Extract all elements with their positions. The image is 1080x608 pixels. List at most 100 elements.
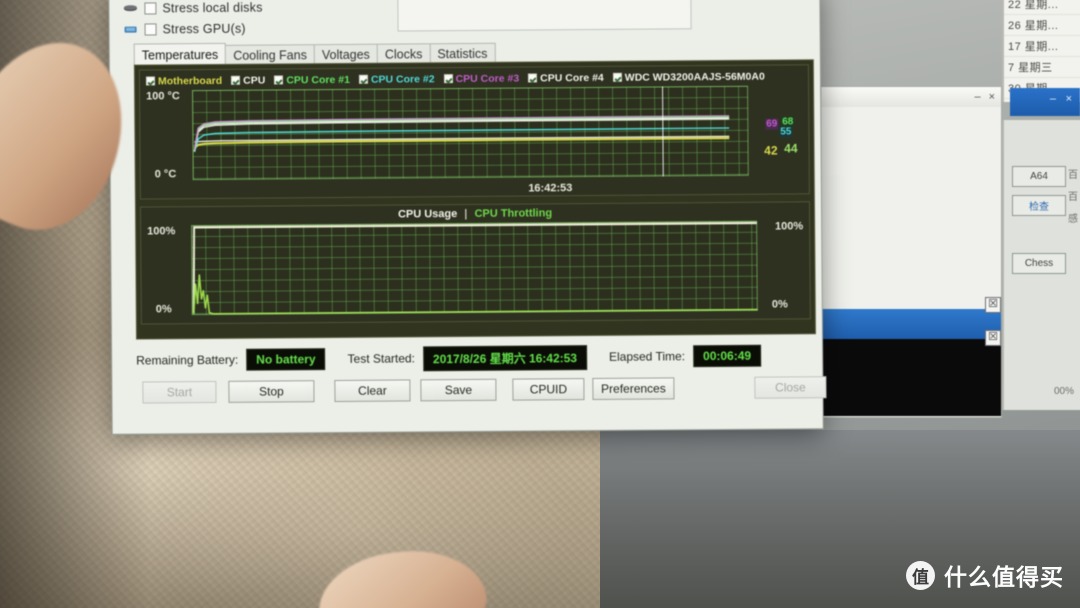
list-item[interactable]: 7 星期三 [1004, 57, 1080, 78]
legend-item-cpu[interactable]: CPU [231, 74, 265, 86]
usage-axis-max-right: 100% [774, 220, 804, 233]
temp-readout-motherboard: 42 [764, 143, 778, 158]
close-icon[interactable]: ☒ [985, 330, 1001, 346]
minimize-icon[interactable]: – [974, 91, 980, 103]
legend-item-cpu-core-3[interactable]: CPU Core #3 [443, 72, 519, 85]
background-blue-titlebar: – × [1010, 88, 1080, 116]
temp-readout-core2: 55 [779, 126, 793, 138]
background-window-selection [821, 309, 1001, 339]
status-bar: Remaining Battery: No battery Test Start… [136, 342, 816, 373]
usage-title-cpu-throttling: CPU Throttling [474, 207, 553, 220]
legend-item-cpu-core-1[interactable]: CPU Core #1 [274, 73, 350, 86]
battery-value: No battery [246, 348, 326, 371]
checkbox[interactable] [443, 74, 453, 84]
background-window-content [821, 339, 1001, 416]
temp-axis-max-label: 100 °C [146, 90, 180, 103]
test-started-label: Test Started: [347, 351, 415, 366]
powermax-dialog[interactable]: Stress system memory Stress local disks … [108, 0, 827, 435]
screenshot-stage: 22 星期... 26 星期... 17 星期... 7 星期三 30 星期..… [0, 0, 1080, 608]
gpu-icon [124, 22, 139, 36]
legend-item-motherboard[interactable]: Motherboard [145, 74, 223, 87]
plot-frame [192, 85, 749, 181]
panel-button-check[interactable]: 检查 [1012, 195, 1066, 216]
temp-readout-hdd: 44 [784, 141, 798, 156]
disk-icon [123, 1, 138, 15]
clear-button[interactable]: Clear [334, 379, 411, 403]
legend-item-cpu-core-4[interactable]: CPU Core #4 [528, 71, 604, 84]
panel-text: 百 [1068, 170, 1078, 181]
usage-graph-title: CPU Usage | CPU Throttling [141, 205, 809, 222]
stress-option-gpu[interactable]: Stress GPU(s) [124, 15, 704, 39]
legend-item-cpu-core-2[interactable]: CPU Core #2 [358, 72, 435, 86]
graphs-container: Motherboard CPU CPU Core #1 CPU Core #2 [133, 59, 816, 340]
temperature-plot-area [192, 85, 749, 181]
start-button[interactable]: Start [142, 380, 217, 404]
temperature-graph[interactable]: Motherboard CPU CPU Core #1 CPU Core #2 [138, 64, 810, 200]
tab-clocks[interactable]: Clocks [376, 43, 431, 64]
usage-axis-min-right: 0% [771, 298, 788, 311]
panel-text: 感 [1068, 214, 1078, 225]
tab-cooling-fans[interactable]: Cooling Fans [225, 44, 315, 65]
checkbox[interactable] [144, 22, 157, 36]
checkbox[interactable] [528, 73, 538, 83]
usage-axis-min-left: 0% [155, 303, 172, 316]
stress-option-label: Stress local disks [162, 0, 263, 15]
panel-button-a64[interactable]: A64 [1012, 166, 1066, 187]
save-button[interactable]: Save [420, 378, 497, 402]
minimize-icon[interactable]: – [1050, 93, 1056, 105]
checkbox[interactable] [274, 75, 284, 85]
close-button[interactable]: Close [754, 376, 827, 399]
panel-text: 百 [1068, 192, 1078, 203]
legend-label: CPU [243, 74, 266, 87]
graph-timestamp: 16:42:53 [528, 182, 573, 195]
background-side-panel: A64 检查 Chess 百 百 感 00% [1002, 120, 1080, 410]
legend-label: WDC WD3200AAJS-56M0A0 [624, 70, 765, 84]
panel-button-chess[interactable]: Chess [1012, 253, 1066, 274]
background-date-list-window[interactable]: 22 星期... 26 星期... 17 星期... 7 星期三 30 星期..… [1002, 0, 1080, 102]
legend-label: Motherboard [157, 74, 223, 87]
watermark-logo-icon: 值 [906, 560, 935, 590]
cpu-usage-graph[interactable]: CPU Usage | CPU Throttling 100% 0% 100% … [139, 201, 811, 325]
test-started-value: 2017/8/26 星期六 16:42:53 [422, 344, 588, 371]
usage-axis-max-left: 100% [147, 225, 176, 238]
tab-statistics[interactable]: Statistics [429, 42, 496, 64]
stress-options-group: Stress system memory Stress local disks … [123, 0, 703, 40]
battery-label: Remaining Battery: [136, 352, 239, 368]
tab-temperatures[interactable]: Temperatures [133, 42, 227, 66]
background-window[interactable]: – × ☒ ☒ [820, 86, 1002, 418]
list-item[interactable]: 26 星期... [1004, 15, 1080, 36]
stop-button[interactable]: Stop [228, 380, 315, 403]
background-window-titlebar: – × [821, 87, 1001, 107]
close-icon[interactable]: × [1066, 93, 1072, 105]
tab-voltages[interactable]: Voltages [313, 43, 378, 65]
watermark-text: 什么值得买 [944, 565, 1064, 591]
cpuid-button[interactable]: CPUID [512, 378, 585, 401]
checkbox[interactable] [612, 72, 622, 82]
list-item[interactable]: 17 星期... [1004, 36, 1080, 57]
plot-frame [191, 220, 758, 316]
legend-label: CPU Core #1 [286, 73, 350, 86]
list-item[interactable]: 22 星期... [1004, 0, 1080, 15]
watermark: 值 什么值得买 [906, 558, 1064, 592]
legend-label: CPU Core #4 [540, 71, 604, 84]
elapsed-time-value: 00:06:49 [692, 344, 762, 368]
usage-title-separator: | [464, 207, 468, 221]
legend-item-hdd[interactable]: WDC WD3200AAJS-56M0A0 [612, 70, 765, 84]
temp-axis-min-label: 0 °C [154, 168, 177, 181]
close-icon[interactable]: ☒ [985, 297, 1001, 313]
stress-option-label: Stress GPU(s) [162, 21, 246, 36]
legend-label: CPU Core #3 [455, 72, 520, 85]
close-icon[interactable]: × [989, 91, 995, 103]
preferences-button[interactable]: Preferences [592, 377, 675, 401]
checkbox[interactable] [358, 74, 368, 84]
legend-label: CPU Core #2 [370, 72, 435, 86]
temp-readout-core3: 69 [765, 118, 779, 130]
panel-percent-text: 00% [1053, 386, 1074, 397]
usage-plot-area [191, 220, 758, 316]
button-bar: Start Stop Clear Save CPUID Preferences … [134, 376, 827, 407]
checkbox[interactable] [144, 1, 157, 15]
elapsed-time-label: Elapsed Time: [608, 349, 686, 364]
usage-title-cpu-usage: CPU Usage [397, 208, 458, 221]
checkbox[interactable] [231, 75, 241, 85]
checkbox[interactable] [145, 76, 156, 86]
